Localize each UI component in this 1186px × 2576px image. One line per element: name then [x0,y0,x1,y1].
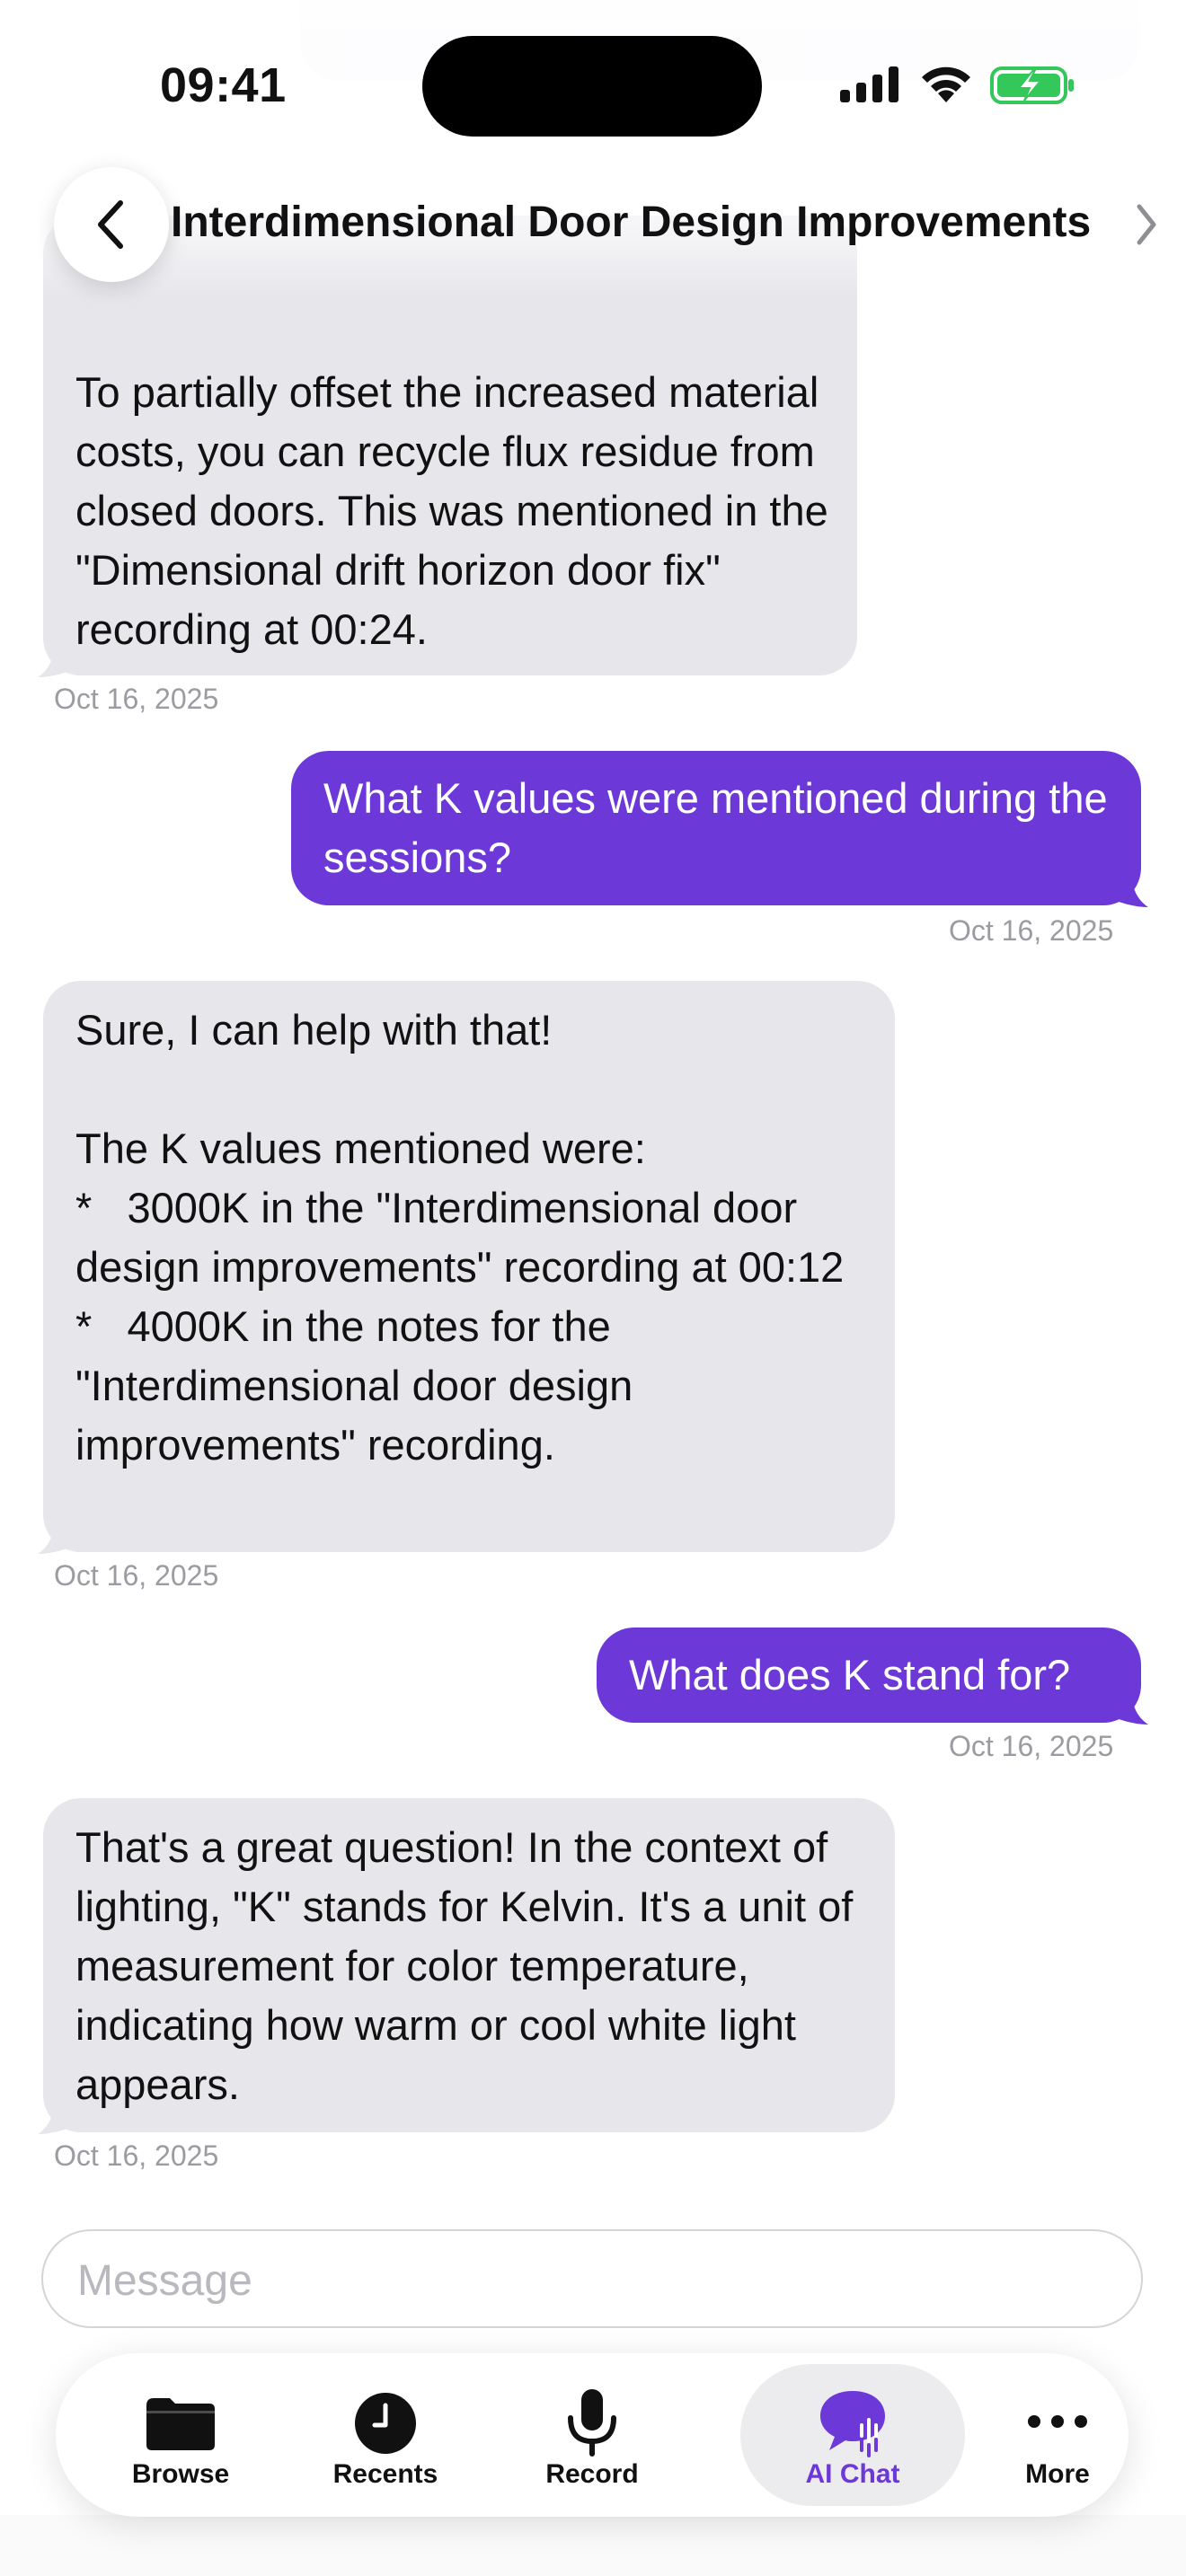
status-time: 09:41 [160,58,287,112]
message-input[interactable]: Message [41,2229,1143,2328]
tab-label: More [1025,2459,1090,2489]
tab-bar: Browse Recents Record AI Chat More [56,2353,1128,2517]
user-message: What K values were mentioned during the … [291,751,1141,905]
message-text: What K values were mentioned during the … [323,774,1120,881]
tab-label: Record [545,2459,639,2489]
folder-icon [146,2398,215,2450]
tab-browse[interactable]: Browse [77,2353,284,2517]
assistant-message: Sure, I can help with that! The K values… [43,981,895,1552]
bubble-tail [38,645,72,677]
assistant-message: That's a great question! In the context … [43,1798,895,2132]
battery-charging-icon [990,66,1074,104]
message-timestamp: Oct 16, 2025 [54,1559,219,1592]
tab-label: AI Chat [805,2459,900,2489]
tab-more[interactable]: More [954,2353,1161,2517]
message-text: That's a great question! In the context … [75,1823,865,2108]
message-text: What does K stand for? [629,1651,1071,1698]
bottom-backdrop [0,2515,1186,2576]
message-timestamp: Oct 16, 2025 [54,683,219,715]
clock-icon [355,2393,416,2454]
message-input-placeholder: Message [77,2257,252,2305]
user-message: What does K stand for? [597,1628,1141,1723]
microphone-icon [568,2389,616,2457]
message-timestamp: Oct 16, 2025 [54,2139,219,2172]
chevron-right-icon[interactable] [1134,203,1159,246]
bubble-tail [1114,875,1148,907]
more-icon [1028,2415,1087,2428]
tab-label: Browse [131,2459,230,2489]
tab-recents[interactable]: Recents [282,2353,489,2517]
chevron-left-icon [98,200,123,249]
bubble-tail [1114,1692,1148,1725]
conversation-title[interactable]: Interdimensional Door Design Improvement… [171,198,1091,247]
wifi-icon [922,66,970,102]
tab-label: Recents [332,2459,438,2489]
bubble-tail [38,1522,72,1554]
back-button[interactable] [54,167,169,282]
message-timestamp: Oct 16, 2025 [949,1730,1114,1762]
tab-ai-chat[interactable]: AI Chat [749,2353,956,2517]
message-text: Sure, I can help with that! The K values… [75,1006,845,1469]
bubble-tail [38,2102,72,2134]
ai-chat-icon [820,2391,885,2457]
message-text: To partially offset the increased materi… [75,368,840,653]
tab-record[interactable]: Record [489,2353,695,2517]
dynamic-island [422,36,762,137]
message-timestamp: Oct 16, 2025 [949,914,1114,947]
cellular-signal-icon [840,66,899,102]
